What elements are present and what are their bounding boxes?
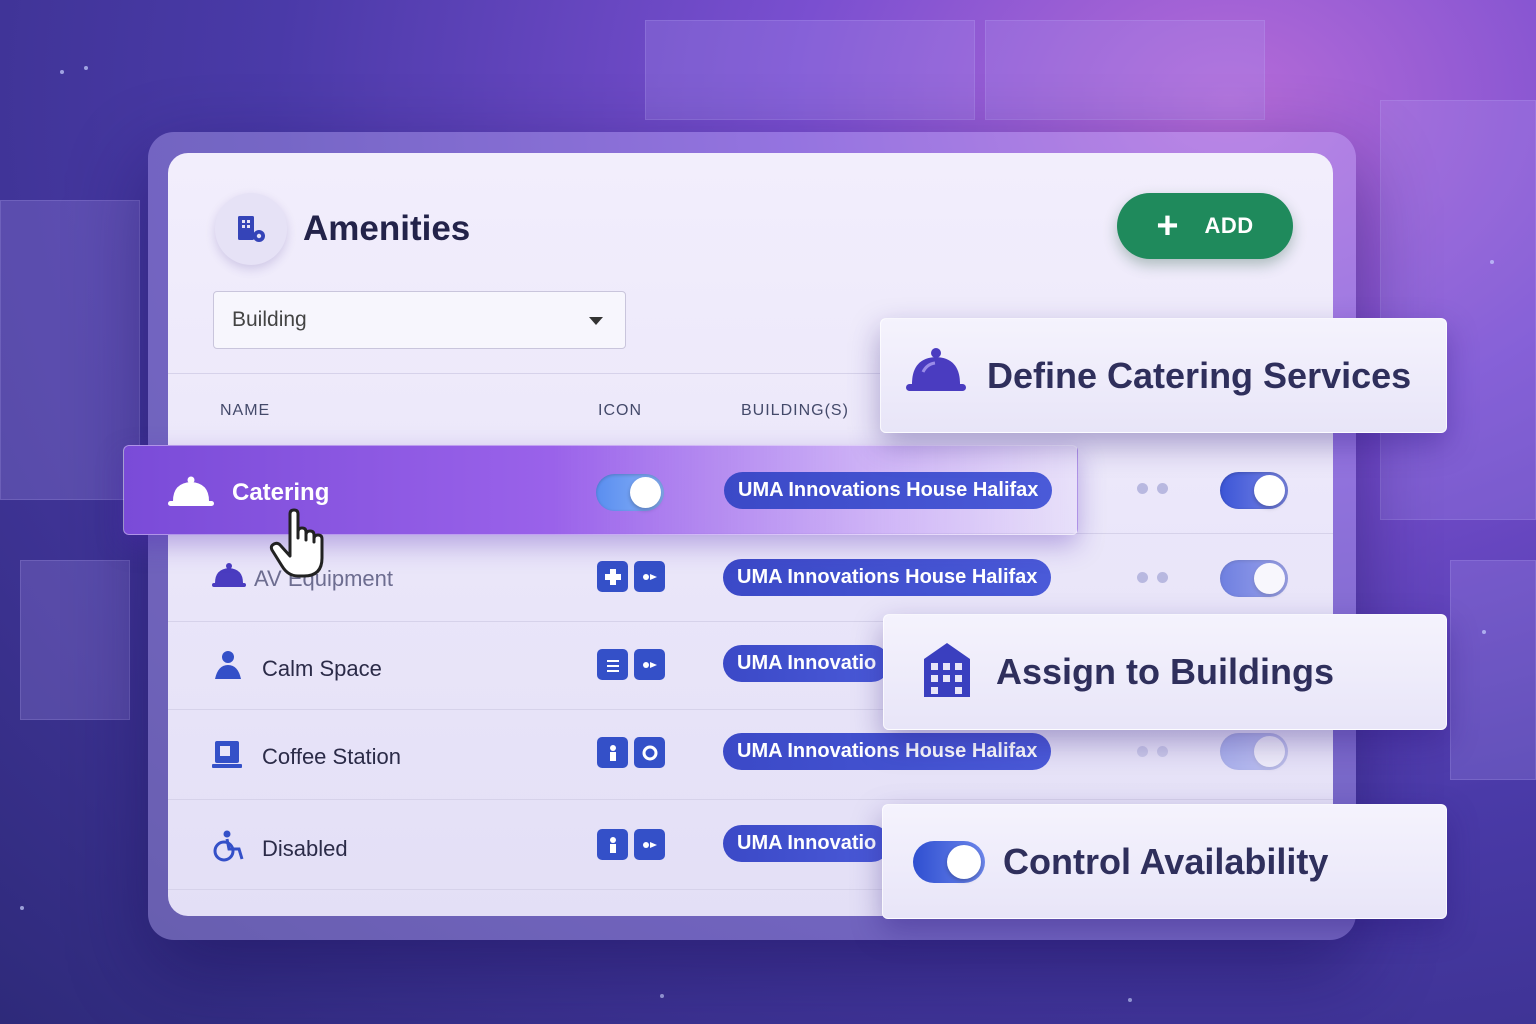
building-pill: UMA Innovations House Halifax <box>724 472 1053 509</box>
building-pill: UMA Innovations House Halifax <box>723 559 1052 596</box>
table-row-catering-highlighted[interactable]: Catering UMA Innovations House Halifax <box>123 445 1078 535</box>
building-filter-select[interactable]: Building <box>213 291 626 349</box>
callout-assign-buildings: Assign to Buildings <box>883 614 1447 730</box>
row-icons <box>597 561 665 592</box>
wheelchair-icon <box>210 829 246 868</box>
building-icon <box>920 639 974 706</box>
page-title: Amenities <box>303 209 471 248</box>
add-button-label: ADD <box>1204 213 1254 238</box>
coffee-icon <box>210 737 246 776</box>
chevron-down-icon <box>589 317 603 325</box>
callout-define-catering: Define Catering Services <box>880 318 1447 433</box>
callout-text: Assign to Buildings <box>996 651 1334 692</box>
callout-text: Define Catering Services <box>987 354 1412 396</box>
bell-icon <box>903 346 969 405</box>
toggle-icon <box>913 840 985 883</box>
building-pill: UMA Innovations House Halifax <box>723 733 1052 770</box>
building-pill: UMA Innovatio <box>723 825 891 862</box>
row-icons <box>597 649 665 680</box>
menu-icon <box>597 649 628 680</box>
bell-icon <box>166 474 216 515</box>
row-icons <box>597 829 665 860</box>
column-header-buildings: BUILDING(S) <box>741 402 849 419</box>
availability-toggle[interactable] <box>1220 472 1288 509</box>
column-header-icon: ICON <box>598 402 642 419</box>
more-dots-icon[interactable] <box>1137 746 1168 757</box>
row-icons <box>597 737 665 768</box>
icon-toggle[interactable] <box>596 474 664 511</box>
callout-text: Control Availability <box>1003 840 1329 882</box>
transfer-icon <box>634 561 665 592</box>
transfer-icon <box>634 649 665 680</box>
row-name: Catering <box>232 479 330 506</box>
more-dots-icon[interactable] <box>1137 483 1168 494</box>
row-name: Calm Space <box>262 656 382 681</box>
row-name: Coffee Station <box>262 744 402 769</box>
building-pill: UMA Innovatio <box>723 645 891 682</box>
amenities-header-icon <box>215 193 287 265</box>
column-header-name: NAME <box>220 402 271 419</box>
bell-icon <box>210 561 248 596</box>
availability-toggle[interactable] <box>1220 733 1288 770</box>
hand-cursor-icon <box>268 508 334 585</box>
gear-icon <box>634 737 665 768</box>
building-filter-value: Building <box>232 308 307 331</box>
person-icon <box>597 737 628 768</box>
row-name: Disabled <box>262 836 348 861</box>
person-meditate-icon <box>210 649 246 688</box>
table-row[interactable]: AV Equipment UMA Innovations House Halif… <box>168 533 1333 621</box>
callout-control-availability: Control Availability <box>882 804 1447 919</box>
person-icon <box>597 829 628 860</box>
transfer-icon <box>634 829 665 860</box>
add-button[interactable]: + ADD <box>1117 193 1293 259</box>
more-dots-icon[interactable] <box>1137 572 1168 583</box>
availability-toggle[interactable] <box>1220 560 1288 597</box>
plus-cross-icon <box>597 561 628 592</box>
plus-icon: + <box>1156 205 1179 247</box>
